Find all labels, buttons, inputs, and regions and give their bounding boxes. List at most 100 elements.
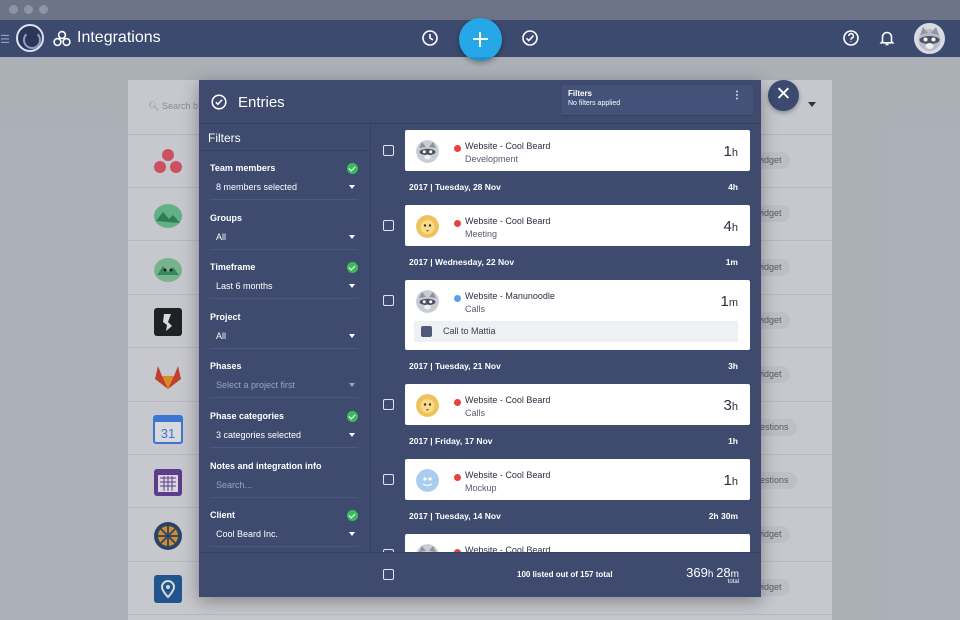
day-date: 2017 | Friday, 17 Nov (409, 436, 493, 446)
chevron-down-icon[interactable] (349, 234, 355, 239)
total-minutes: 28 (716, 565, 731, 580)
filter-group[interactable]: Team members 8 members selected (210, 151, 358, 200)
entries-count: 100 listed out of 157 total (517, 570, 613, 579)
modal-title: Entries (238, 94, 285, 111)
entry-duration-value: 1 (723, 472, 732, 489)
filter-label: Project (210, 311, 241, 322)
project-color-dot (454, 399, 461, 406)
select-all-checkbox[interactable] (383, 569, 394, 580)
entry-checkbox[interactable] (383, 220, 394, 231)
filter-group[interactable]: Groups All (210, 201, 358, 250)
check-circle-icon (347, 163, 358, 174)
filter-value[interactable]: Cool Beard Inc. (216, 529, 278, 539)
entry-note: Call to Mattia (414, 321, 738, 342)
entry-duration-unit: h (731, 401, 738, 413)
day-header: 2017 | Tuesday, 28 Nov 4h (405, 181, 750, 195)
entry-duration-unit: m (728, 297, 738, 309)
project-color-dot (454, 295, 461, 302)
day-total: 4h (728, 182, 738, 192)
close-modal-button[interactable]: ✕ (768, 80, 799, 111)
filter-group[interactable]: Phase categories 3 categories selected (210, 399, 358, 448)
entry-duration: 1m (720, 293, 738, 310)
chevron-down-icon[interactable] (349, 185, 355, 189)
help-icon[interactable] (842, 29, 860, 47)
entry-card[interactable]: Website - Cool Beard Development 1h (405, 130, 750, 171)
day-date: 2017 | Wednesday, 22 Nov (409, 257, 515, 267)
entry-checkbox[interactable] (383, 145, 394, 156)
chevron-down-icon[interactable] (349, 433, 355, 437)
entry-duration: 4h (724, 218, 738, 235)
page-title: Integrations (77, 29, 161, 46)
filters-summary[interactable]: Filters No filters applied ⋮ (562, 85, 753, 116)
chevron-down-icon[interactable] (349, 333, 355, 338)
entry-project: Website - Cool Beard (465, 141, 551, 151)
entry-checkbox[interactable] (383, 474, 394, 485)
project-color-dot (454, 220, 461, 227)
day-total: 2h 30m (708, 511, 738, 521)
entry-phase: Mockup (465, 483, 497, 493)
entries-check-icon (211, 94, 227, 110)
history-icon[interactable] (421, 29, 439, 47)
entry-note-text: Call to Mattia (443, 326, 496, 336)
filter-group[interactable]: Timeframe Last 6 months (210, 250, 358, 300)
entry-duration-value: 1 (720, 293, 729, 310)
modal-footer: 100 listed out of 157 total 369h 28m tot… (199, 552, 761, 597)
filter-group[interactable]: Project All (210, 300, 358, 349)
menu-icon[interactable]: ☰ (0, 33, 10, 46)
chevron-down-icon[interactable] (349, 383, 355, 388)
entry-checkbox[interactable] (383, 295, 394, 306)
filter-group[interactable]: Client Cool Beard Inc. (210, 498, 358, 548)
member-avatar (416, 394, 439, 417)
entries-check-icon[interactable] (521, 29, 539, 47)
entry-project: Website - Cool Beard (465, 216, 551, 226)
total-label: total (727, 579, 739, 585)
minimize-window-dot[interactable] (24, 5, 33, 14)
filter-value[interactable]: Last 6 months (216, 281, 273, 291)
member-avatar (416, 544, 439, 552)
day-header: 2017 | Tuesday, 14 Nov 2h 30m (405, 510, 750, 524)
entry-checkbox[interactable] (383, 399, 394, 410)
entry-duration-unit: h (731, 222, 738, 234)
filter-label: Client (210, 510, 236, 521)
entry-project: Website - Cool Beard (465, 545, 551, 552)
filter-value[interactable]: All (216, 232, 226, 242)
chevron-down-icon[interactable] (349, 284, 355, 289)
day-header: 2017 | Tuesday, 21 Nov 3h (405, 360, 750, 374)
entry-project: Website - Manunoodle (465, 291, 555, 301)
more-options-icon[interactable]: ⋮ (732, 90, 742, 101)
filters-title: Filters (208, 131, 241, 145)
integrations-icon (53, 30, 71, 47)
filter-value[interactable]: Select a project first (216, 380, 295, 390)
app-logo[interactable] (16, 24, 44, 52)
entry-card[interactable]: Website - Cool Beard Meeting 4h (405, 205, 750, 246)
close-window-dot[interactable] (9, 5, 18, 14)
filters-summary-title: Filters (568, 89, 593, 98)
entry-card[interactable]: Website - Manunoodle Calls 1m Call to Matti… (405, 280, 750, 350)
filter-group[interactable]: Notes and integration info Search... (210, 449, 358, 498)
entry-project: Website - Cool Beard (465, 395, 551, 405)
entry-card[interactable]: Website - Cool Beard Calls 3h (405, 384, 750, 425)
maximize-window-dot[interactable] (39, 5, 48, 14)
total-hours: 369 (686, 565, 708, 580)
add-entry-button[interactable] (459, 18, 502, 61)
chevron-down-icon[interactable] (349, 532, 355, 537)
modal-header: Entries Filters No filters applied ⋮ (199, 80, 761, 124)
entry-project: Website - Cool Beard (465, 470, 551, 480)
member-avatar (416, 215, 439, 238)
filters-sidebar: Filters Team members 8 members selected Gr… (199, 124, 371, 552)
filter-label: Team members (210, 163, 276, 173)
entry-card[interactable]: Website - Cool Beard Mockup 1h (405, 459, 750, 500)
filter-group[interactable]: Phases Select a project first (210, 349, 358, 399)
filter-value[interactable]: Search... (216, 480, 252, 490)
filter-value[interactable]: 8 members selected (216, 182, 297, 192)
filter-value[interactable]: 3 categories selected (216, 430, 301, 440)
day-total: 1m (725, 257, 738, 267)
check-circle-icon (347, 510, 358, 522)
filter-label: Timeframe (210, 262, 256, 273)
user-avatar[interactable] (914, 23, 945, 54)
filter-value[interactable]: All (216, 331, 226, 341)
entries-list: Website - Cool Beard Development 1h 2017 | … (371, 124, 761, 552)
entry-card[interactable]: Website - Cool Beard (405, 534, 750, 552)
notifications-bell-icon[interactable] (878, 29, 896, 47)
filter-label: Phase categories (210, 411, 285, 421)
